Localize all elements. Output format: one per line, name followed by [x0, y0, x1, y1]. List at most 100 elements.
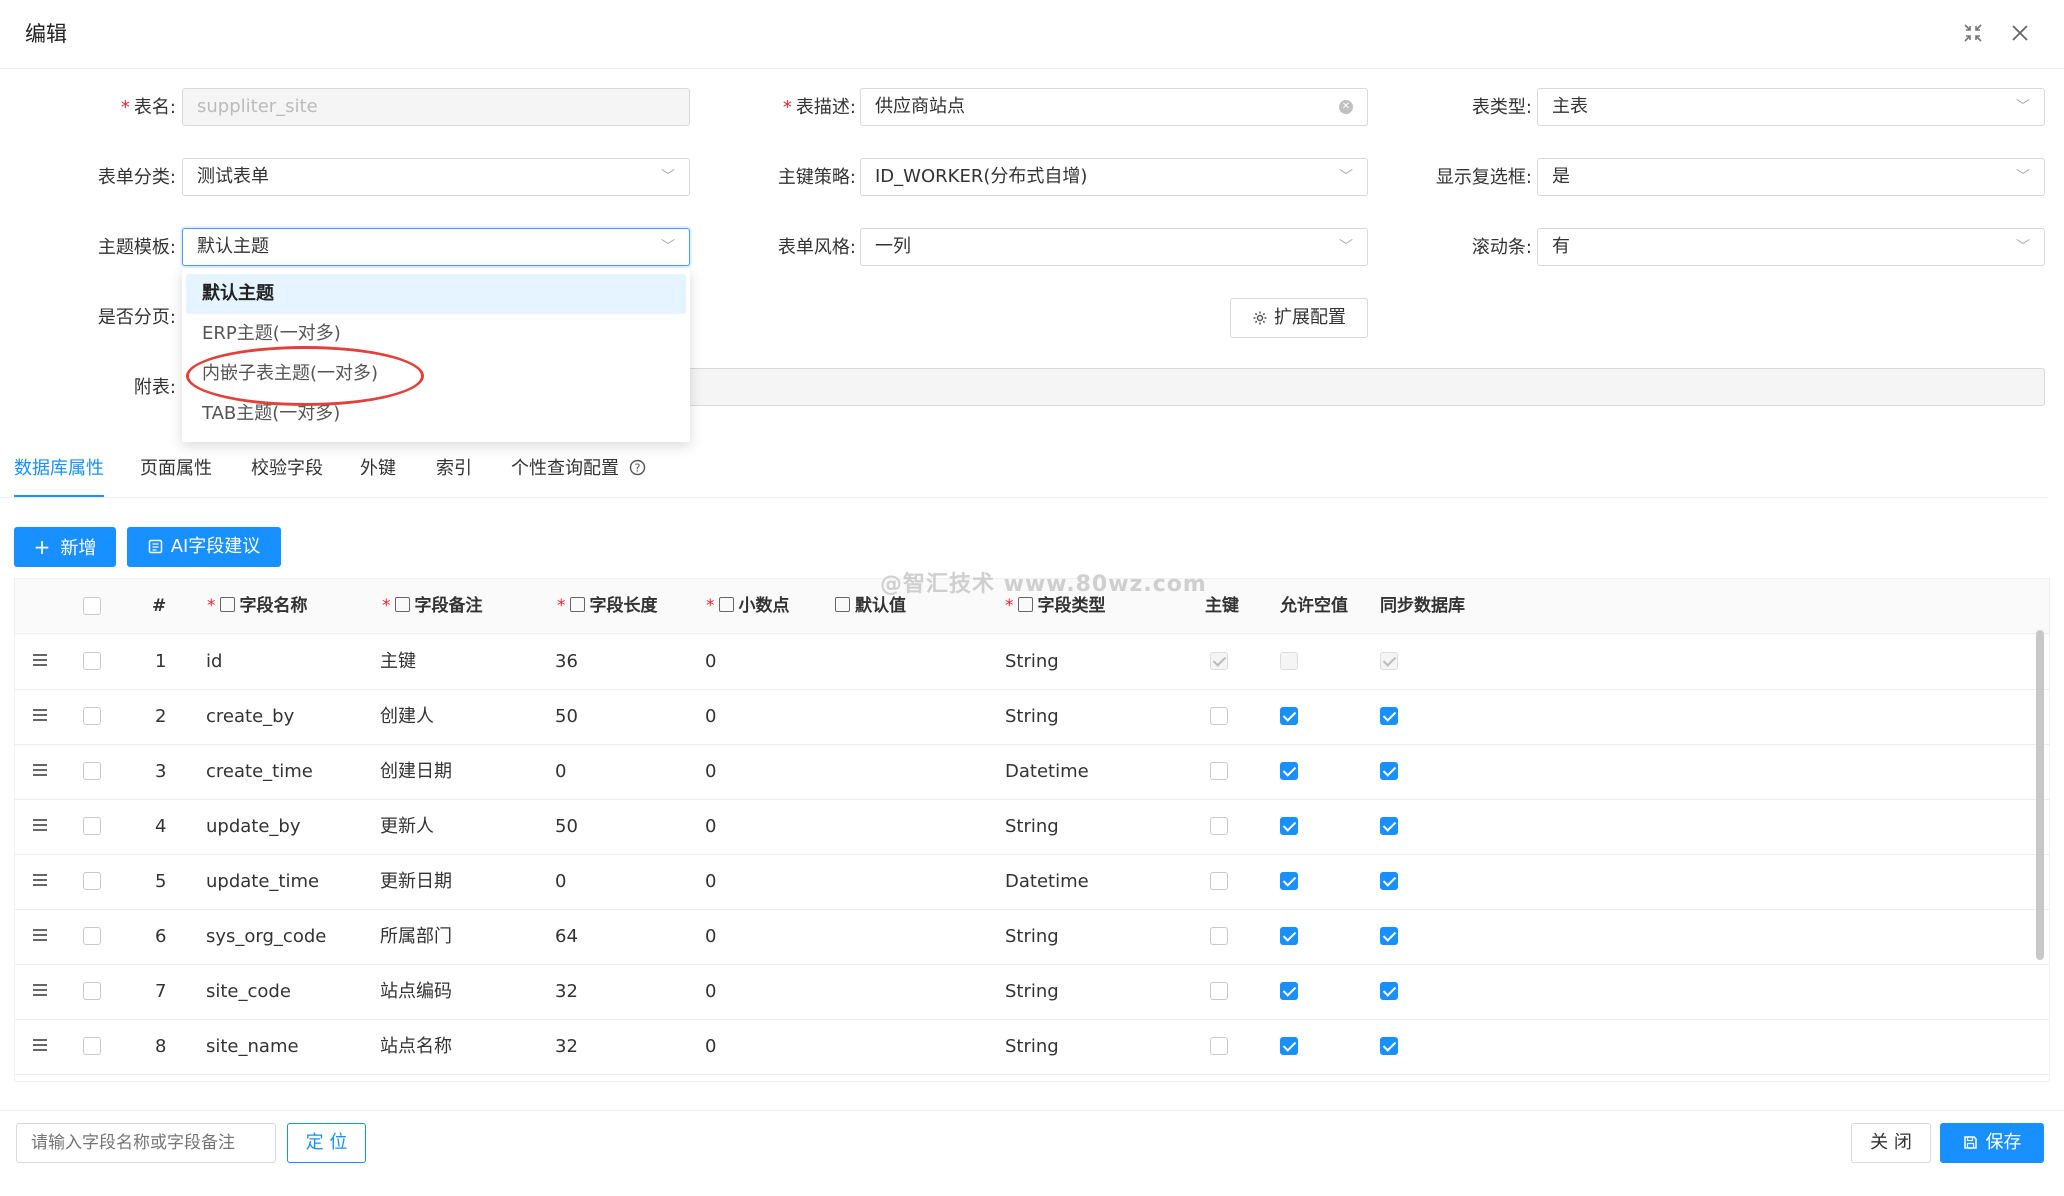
nullable-checkbox[interactable]	[1280, 1037, 1298, 1055]
ext-config-button[interactable]: 扩展配置	[1230, 298, 1368, 338]
tab-foreign-key[interactable]: 外键	[360, 455, 396, 495]
drag-handle-icon[interactable]	[33, 709, 47, 723]
tab-custom-query[interactable]: 个性查询配置 ?	[511, 455, 646, 495]
pk-checkbox[interactable]	[1210, 762, 1228, 780]
close-icon[interactable]	[2008, 22, 2032, 46]
nullable-checkbox[interactable]	[1280, 872, 1298, 890]
row-select-checkbox[interactable]	[83, 652, 101, 670]
cell-decimal[interactable]: 0	[705, 964, 716, 1019]
sync-checkbox[interactable]	[1380, 762, 1398, 780]
table-scrollbar[interactable]	[2036, 630, 2044, 960]
cell-length[interactable]: 0	[555, 854, 566, 909]
drag-handle-icon[interactable]	[33, 929, 47, 943]
tab-page-attributes[interactable]: 页面属性	[140, 455, 212, 495]
cell-decimal[interactable]: 0	[705, 799, 716, 854]
table-row[interactable]: 2 create_by 创建人 50 0 String	[15, 689, 2049, 745]
locate-button[interactable]: 定 位	[287, 1123, 366, 1163]
cell-length[interactable]: 32	[555, 1019, 578, 1074]
cell-name[interactable]: create_by	[206, 689, 294, 744]
field-search-input[interactable]	[16, 1123, 276, 1163]
cell-name[interactable]: create_time	[206, 744, 313, 799]
nullable-checkbox[interactable]	[1280, 707, 1298, 725]
pk-checkbox[interactable]	[1210, 872, 1228, 890]
cell-remark[interactable]: 主键	[380, 634, 416, 689]
pk-checkbox[interactable]	[1210, 1037, 1228, 1055]
cell-type[interactable]: String	[1005, 1019, 1059, 1074]
cell-name[interactable]: site_name	[206, 1019, 299, 1074]
cell-length[interactable]: 36	[555, 634, 578, 689]
theme-template-select[interactable]: 默认主题 ﹀	[182, 228, 690, 266]
cell-remark[interactable]: 创建人	[380, 689, 434, 744]
cell-length[interactable]: 32	[555, 964, 578, 1019]
cell-type[interactable]: String	[1005, 799, 1059, 854]
row-select-checkbox[interactable]	[83, 817, 101, 835]
cell-length[interactable]: 64	[555, 909, 578, 964]
nullable-checkbox[interactable]	[1280, 817, 1298, 835]
drag-handle-icon[interactable]	[33, 764, 47, 778]
table-type-select[interactable]: 主表 ﹀	[1537, 88, 2045, 126]
row-select-checkbox[interactable]	[83, 872, 101, 890]
save-button[interactable]: 保存	[1940, 1123, 2044, 1163]
cell-decimal[interactable]: 0	[705, 909, 716, 964]
drag-handle-icon[interactable]	[33, 819, 47, 833]
scrollbar-select[interactable]: 有 ﹀	[1537, 228, 2045, 266]
cell-type[interactable]: String	[1005, 909, 1059, 964]
nullable-checkbox[interactable]	[1280, 762, 1298, 780]
sync-checkbox[interactable]	[1380, 872, 1398, 890]
cell-type[interactable]: String	[1005, 634, 1059, 689]
form-style-select[interactable]: 一列 ﹀	[860, 228, 1368, 266]
row-select-checkbox[interactable]	[83, 927, 101, 945]
sync-checkbox[interactable]	[1380, 1037, 1398, 1055]
nullable-checkbox[interactable]	[1280, 652, 1298, 670]
pk-checkbox[interactable]	[1210, 817, 1228, 835]
sync-checkbox[interactable]	[1380, 927, 1398, 945]
cell-name[interactable]: update_time	[206, 854, 319, 909]
cell-remark[interactable]: 站点编码	[380, 964, 452, 1019]
close-button[interactable]: 关 闭	[1851, 1123, 1931, 1163]
dropdown-option-default[interactable]: 默认主题	[186, 274, 686, 314]
sync-checkbox[interactable]	[1380, 707, 1398, 725]
row-select-checkbox[interactable]	[83, 982, 101, 1000]
table-row[interactable]: 5 update_time 更新日期 0 0 Datetime	[15, 854, 2049, 910]
cell-decimal[interactable]: 0	[705, 854, 716, 909]
cell-remark[interactable]: 更新日期	[380, 854, 452, 909]
select-all-checkbox[interactable]	[83, 597, 101, 615]
drag-handle-icon[interactable]	[33, 654, 47, 668]
cell-name[interactable]: update_by	[206, 799, 301, 854]
tab-db-attributes[interactable]: 数据库属性	[14, 455, 104, 497]
table-row[interactable]: 8 site_name 站点名称 32 0 String	[15, 1019, 2049, 1075]
cell-decimal[interactable]: 0	[705, 689, 716, 744]
table-name-input[interactable]: suppliter_site	[182, 88, 690, 126]
sync-checkbox[interactable]	[1380, 652, 1398, 670]
cell-remark[interactable]: 创建日期	[380, 744, 452, 799]
pk-checkbox[interactable]	[1210, 707, 1228, 725]
tab-index[interactable]: 索引	[436, 455, 472, 495]
table-row[interactable]: 7 site_code 站点编码 32 0 String	[15, 964, 2049, 1020]
table-row[interactable]: 3 create_time 创建日期 0 0 Datetime	[15, 744, 2049, 800]
cell-remark[interactable]: 所属部门	[380, 909, 452, 964]
ai-suggest-button[interactable]: AI字段建议	[127, 527, 281, 567]
cell-type[interactable]: Datetime	[1005, 854, 1089, 909]
drag-handle-icon[interactable]	[33, 984, 47, 998]
nullable-checkbox[interactable]	[1280, 927, 1298, 945]
cell-remark[interactable]: 站点名称	[380, 1019, 452, 1074]
table-desc-input[interactable]: 供应商站点 ✕	[860, 88, 1368, 126]
cell-remark[interactable]: 更新人	[380, 799, 434, 854]
tab-validation[interactable]: 校验字段	[251, 455, 323, 495]
row-select-checkbox[interactable]	[83, 707, 101, 725]
cell-decimal[interactable]: 0	[705, 634, 716, 689]
cell-name[interactable]: site_code	[206, 964, 291, 1019]
table-row[interactable]: 4 update_by 更新人 50 0 String	[15, 799, 2049, 855]
nullable-checkbox[interactable]	[1280, 982, 1298, 1000]
cell-type[interactable]: Datetime	[1005, 744, 1089, 799]
fullscreen-icon[interactable]	[1961, 22, 1985, 46]
add-field-button[interactable]: + 新增	[14, 527, 116, 567]
sync-checkbox[interactable]	[1380, 817, 1398, 835]
cell-length[interactable]: 0	[555, 744, 566, 799]
pk-checkbox[interactable]	[1210, 652, 1228, 670]
clear-icon[interactable]: ✕	[1339, 100, 1353, 114]
cell-length[interactable]: 50	[555, 689, 578, 744]
form-category-select[interactable]: 测试表单 ﹀	[182, 158, 690, 196]
drag-handle-icon[interactable]	[33, 874, 47, 888]
cell-length[interactable]: 50	[555, 799, 578, 854]
